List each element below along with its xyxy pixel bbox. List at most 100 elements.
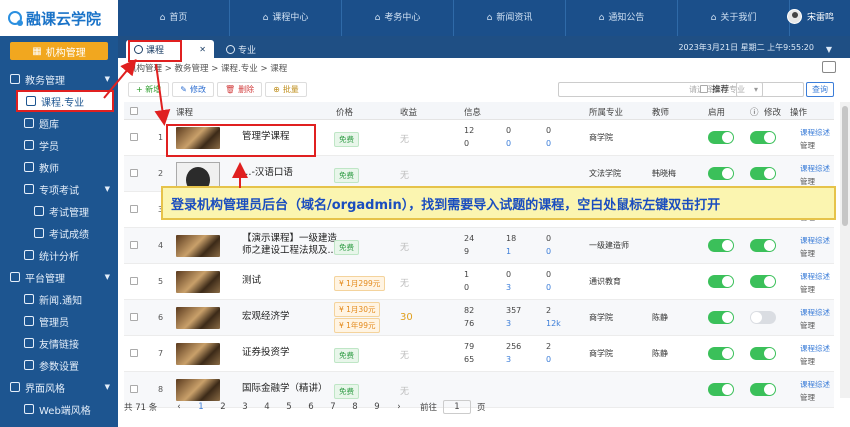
sidebar-item-9[interactable]: 平台管理 ▼ [0, 266, 118, 288]
user-menu[interactable]: 宋雷鸣 [786, 9, 834, 24]
course-overview-link[interactable]: 课程综述 [800, 235, 830, 246]
select-all-checkbox[interactable] [130, 107, 138, 115]
course-name[interactable]: …-汉语口语 [242, 167, 293, 179]
course-overview-link[interactable]: 课程综述 [800, 307, 830, 318]
sidebar-item-13[interactable]: 参数设置 [0, 354, 118, 376]
query-button[interactable]: 查询 [806, 81, 834, 97]
topnav-item-5[interactable]: ⌂ 关于我们 [678, 0, 790, 36]
edit-toggle[interactable] [750, 383, 776, 396]
page-button[interactable]: 1 [190, 402, 212, 412]
tab-major[interactable]: 专业 [218, 40, 308, 58]
recommend-filter[interactable]: 推荐 [700, 83, 729, 95]
topnav-item-1[interactable]: ⌂ 课程中心 [230, 0, 342, 36]
table-row[interactable]: 6 宏观经济学 ¥ 1月30元 ¥ 1年99元 30 82 76 357 3 2 12k 商学院 陈静 课… [124, 300, 834, 336]
enabled-toggle[interactable] [708, 311, 734, 324]
page-button[interactable]: 9 [366, 402, 388, 412]
manage-menu[interactable]: 管理 [800, 356, 815, 367]
row-checkbox[interactable] [130, 385, 138, 393]
enabled-toggle[interactable] [708, 167, 734, 180]
course-name[interactable]: 宏观经济学 [242, 311, 290, 323]
close-icon[interactable]: ✕ [199, 45, 206, 54]
help-icon[interactable]: ⓘ [750, 106, 759, 118]
manage-menu[interactable]: 管理 [800, 284, 815, 295]
sidebar-item-8[interactable]: 统计分析 [0, 244, 118, 266]
course-name[interactable]: 证券投资学 [242, 347, 290, 359]
sidebar-item-1[interactable]: 课程.专业 [16, 90, 114, 112]
edit-toggle[interactable] [750, 275, 776, 288]
row-checkbox[interactable] [130, 241, 138, 249]
page-button[interactable]: 3 [234, 402, 256, 412]
row-checkbox[interactable] [130, 133, 138, 141]
sidebar-item-5[interactable]: 专项考试 ▼ [0, 178, 118, 200]
course-name[interactable]: 【演示课程】一级建造师之建设工程法规及... [242, 233, 342, 257]
manage-menu[interactable]: 管理 [800, 320, 815, 331]
logo[interactable]: 融课云学院 [0, 0, 118, 36]
enabled-toggle[interactable] [708, 131, 734, 144]
course-name[interactable]: 测试 [242, 275, 261, 287]
edit-toggle[interactable] [750, 347, 776, 360]
sidebar-item-10[interactable]: 新闻.通知 [0, 288, 118, 310]
delete-button[interactable]: 🗑 删除 [216, 81, 263, 97]
edit-toggle[interactable] [750, 167, 776, 180]
chevron-down-icon[interactable]: ▼ [826, 45, 832, 54]
table-row[interactable]: 5 测试 ¥ 1月299元 无 1 0 0 3 0 0 通识教育 课程综述 管理 [124, 264, 834, 300]
printer-icon[interactable] [822, 61, 836, 73]
scrollbar[interactable] [840, 102, 850, 398]
sidebar-item-6[interactable]: 考试管理 [0, 200, 118, 222]
search-input[interactable] [736, 81, 804, 97]
page-button[interactable]: 5 [278, 402, 300, 412]
chevron-down-icon[interactable]: ▼ [105, 383, 110, 391]
sidebar-item-4[interactable]: 教师 [0, 156, 118, 178]
course-overview-link[interactable]: 课程综述 [800, 127, 830, 138]
prev-page-button[interactable]: ‹ [168, 402, 190, 412]
chevron-down-icon[interactable]: ▼ [105, 273, 110, 281]
add-button[interactable]: + 新增 [128, 81, 170, 97]
row-checkbox[interactable] [130, 349, 138, 357]
page-button[interactable]: 7 [322, 402, 344, 412]
course-name[interactable]: 国际金融学（精讲） [242, 383, 328, 395]
topnav-item-0[interactable]: ⌂ 首页 [118, 0, 230, 36]
major-select[interactable]: 请选择课程专业 [558, 81, 763, 97]
goto-page-input[interactable]: 1 [443, 400, 472, 414]
manage-menu[interactable]: 管理 [800, 248, 815, 259]
batch-button[interactable]: ⊕ 批量 [265, 81, 307, 97]
enabled-toggle[interactable] [708, 383, 734, 396]
manage-menu[interactable]: 管理 [800, 140, 815, 151]
table-row[interactable]: 7 证券投资学 免费 无 79 65 256 3 2 0 商学院 陈静 课程综述 管理 [124, 336, 834, 372]
chevron-down-icon[interactable]: ▼ [105, 185, 110, 193]
sidebar-item-3[interactable]: 学员 [0, 134, 118, 156]
chevron-down-icon[interactable]: ▼ [105, 75, 110, 83]
sidebar-item-15[interactable]: Web端风格 [0, 398, 118, 420]
topnav-item-3[interactable]: ⌂ 新闻资讯 [454, 0, 566, 36]
sidebar-item-0[interactable]: 教务管理 ▼ [0, 68, 118, 90]
edit-toggle[interactable] [750, 131, 776, 144]
enabled-toggle[interactable] [708, 239, 734, 252]
scrollbar-thumb[interactable] [842, 106, 848, 226]
course-overview-link[interactable]: 课程综述 [800, 163, 830, 174]
topnav-item-4[interactable]: ⌂ 通知公告 [566, 0, 678, 36]
sidebar-item-14[interactable]: 界面风格 ▼ [0, 376, 118, 398]
row-checkbox[interactable] [130, 313, 138, 321]
enabled-toggle[interactable] [708, 347, 734, 360]
page-button[interactable]: 6 [300, 402, 322, 412]
enabled-toggle[interactable] [708, 275, 734, 288]
page-button[interactable]: 4 [256, 402, 278, 412]
sidebar-item-2[interactable]: 题库 [0, 112, 118, 134]
org-management-button[interactable]: ▦ 机构管理 [10, 42, 108, 60]
sidebar-item-11[interactable]: 管理员 [0, 310, 118, 332]
row-checkbox[interactable] [130, 277, 138, 285]
page-button[interactable]: 2 [212, 402, 234, 412]
edit-toggle[interactable] [750, 239, 776, 252]
page-button[interactable]: 8 [344, 402, 366, 412]
topnav-item-2[interactable]: ⌂ 考务中心 [342, 0, 454, 36]
edit-button[interactable]: ✎ 修改 [172, 81, 214, 97]
th-enabled[interactable]: 启用 [708, 106, 725, 118]
sidebar-item-7[interactable]: 考试成绩 [0, 222, 118, 244]
course-overview-link[interactable]: 课程综述 [800, 271, 830, 282]
table-row[interactable]: 4 【演示课程】一级建造师之建设工程法规及... 免费 无 24 9 18 1 0 0 一级建造师 课… [124, 228, 834, 264]
edit-toggle[interactable] [750, 311, 776, 324]
course-overview-link[interactable]: 课程综述 [800, 379, 830, 390]
sidebar-item-12[interactable]: 友情链接 [0, 332, 118, 354]
row-checkbox[interactable] [130, 205, 138, 213]
course-overview-link[interactable]: 课程综述 [800, 343, 830, 354]
